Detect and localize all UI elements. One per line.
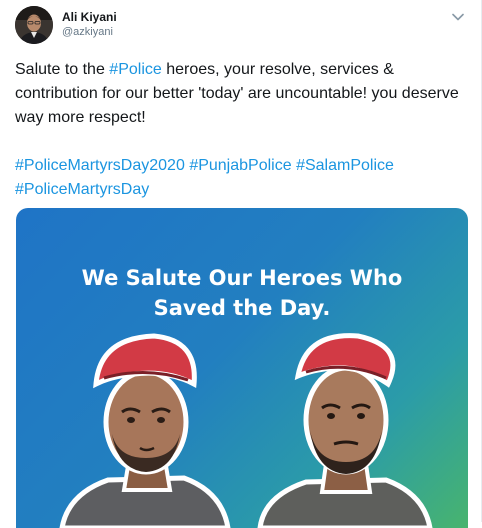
tweet-text-start: Salute to the xyxy=(15,61,110,78)
officer-right-figure xyxy=(257,333,433,528)
hashtag-link[interactable]: #PoliceMartyrsDay2020 xyxy=(15,157,185,174)
hashtag-link[interactable]: #PoliceMartyrsDay xyxy=(15,181,149,198)
tweet-image[interactable]: We Salute Our Heroes Who Saved the Day. xyxy=(16,208,468,528)
tweet-menu-button[interactable] xyxy=(449,8,467,26)
tweet-text: Salute to the #Police heroes, your resol… xyxy=(15,58,470,130)
hashtag-link[interactable]: #SalamPolice xyxy=(296,157,394,174)
display-name[interactable]: Ali Kiyani xyxy=(62,10,117,24)
hashtag-link[interactable]: #Police xyxy=(109,61,161,78)
officer-left-figure xyxy=(59,333,231,528)
hashtag-list: #PoliceMartyrsDay2020 #PunjabPolice #Sal… xyxy=(15,154,470,202)
avatar-image xyxy=(15,6,53,44)
chevron-down-icon xyxy=(452,13,464,21)
user-handle[interactable]: @azkiyani xyxy=(62,26,113,38)
hashtag-link[interactable]: #PunjabPolice xyxy=(189,157,291,174)
avatar[interactable] xyxy=(15,6,53,44)
tweet-card: Ali Kiyani @azkiyani Salute to the #Poli… xyxy=(0,0,482,528)
police-heroes-illustration xyxy=(59,333,433,528)
